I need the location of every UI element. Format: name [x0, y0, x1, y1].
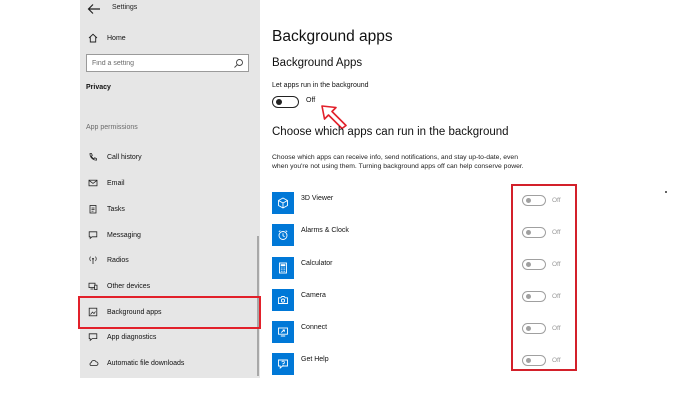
camera-icon	[272, 289, 294, 311]
toggle-3d-viewer[interactable]	[522, 195, 546, 206]
sidebar-item-tasks[interactable]: Tasks	[80, 198, 260, 220]
devices-icon	[87, 280, 99, 292]
toggle-alarms-clock[interactable]	[522, 227, 546, 238]
toggle-knob	[526, 358, 531, 363]
connect-icon	[272, 321, 294, 343]
help-icon	[272, 353, 294, 375]
tasks-icon	[87, 203, 99, 215]
app-row-get-help: Get Help	[272, 353, 512, 377]
sidebar-item-label: Call history	[107, 153, 142, 161]
sidebar-item-background-apps[interactable]: Background apps	[80, 301, 260, 323]
app-name: 3D Viewer	[301, 195, 334, 202]
alarm-clock-icon	[272, 224, 294, 246]
sidebar-item-app-diagnostics[interactable]: App diagnostics	[80, 326, 260, 348]
description-text: Choose which apps can receive info, send…	[272, 154, 524, 170]
cloud-icon	[87, 357, 99, 369]
calculator-icon	[272, 257, 294, 279]
toggle-state-label: Off	[552, 357, 561, 364]
sidebar-item-label: Automatic file downloads	[107, 359, 185, 367]
settings-window: Settings Home Privacy App permissions Ca…	[78, 0, 700, 394]
mail-icon	[87, 177, 99, 189]
toggle-knob	[526, 230, 531, 235]
toggle-label: Let apps run in the background	[272, 82, 369, 89]
background-apps-icon	[87, 306, 99, 318]
page-title: Background apps	[272, 28, 393, 45]
toggle-state-label: Off	[552, 293, 561, 300]
section-title-privacy: Privacy	[86, 84, 111, 91]
stray-dot	[665, 191, 667, 193]
sidebar: Settings Home Privacy App permissions Ca…	[78, 0, 261, 378]
home-icon	[87, 32, 99, 44]
sidebar-item-label: Messaging	[107, 231, 141, 239]
toggle-get-help[interactable]	[522, 355, 546, 366]
sidebar-item-label: Other devices	[107, 282, 151, 290]
app-name: Get Help	[301, 356, 329, 363]
app-row-calculator: Calculator	[272, 257, 512, 281]
group-label-app-permissions: App permissions	[86, 124, 138, 131]
sidebar-item-label: Radios	[107, 256, 129, 264]
toggle-connect[interactable]	[522, 323, 546, 334]
sidebar-item-home[interactable]: Home	[80, 27, 260, 49]
sidebar-item-call-history[interactable]: Call history	[80, 146, 260, 168]
app-name: Camera	[301, 292, 326, 299]
toggle-state-label: Off	[552, 261, 561, 268]
radios-icon	[87, 254, 99, 266]
toggle-state-label: Off	[552, 325, 561, 332]
window-title: Settings	[112, 4, 138, 11]
toggle-knob	[276, 99, 282, 105]
toggle-state-label: Off	[306, 97, 316, 104]
sidebar-item-label: Tasks	[107, 205, 125, 213]
call-history-icon	[87, 151, 99, 163]
sidebar-item-other-devices[interactable]: Other devices	[80, 275, 260, 297]
sidebar-item-label: App diagnostics	[107, 333, 157, 341]
search-input[interactable]	[92, 57, 232, 69]
annotation-toggles-box	[511, 184, 577, 371]
toggle-camera[interactable]	[522, 291, 546, 302]
toggle-knob	[526, 198, 531, 203]
app-name: Alarms & Clock	[301, 227, 349, 234]
subsection-title: Choose which apps can run in the backgro…	[272, 126, 509, 138]
cube-icon	[272, 192, 294, 214]
sidebar-item-radios[interactable]: Radios	[80, 249, 260, 271]
search-box	[86, 54, 249, 72]
app-name: Calculator	[301, 260, 333, 267]
sidebar-item-label: Email	[107, 179, 125, 187]
sidebar-scrollbar[interactable]	[257, 236, 259, 376]
app-row-connect: Connect	[272, 321, 512, 345]
chat-icon	[87, 229, 99, 241]
toggle-state-label: Off	[552, 229, 561, 236]
title-bar: Settings	[80, 0, 260, 20]
toggle-knob	[526, 326, 531, 331]
back-arrow-icon[interactable]	[86, 2, 102, 16]
sidebar-item-label: Background apps	[107, 308, 162, 316]
search-icon[interactable]	[233, 58, 244, 69]
section-title: Background Apps	[272, 57, 363, 69]
toggle-calculator[interactable]	[522, 259, 546, 270]
sidebar-item-email[interactable]: Email	[80, 172, 260, 194]
app-row-camera: Camera	[272, 289, 512, 313]
background-apps-toggle[interactable]	[272, 96, 299, 108]
home-label: Home	[107, 34, 126, 42]
toggle-knob	[526, 294, 531, 299]
toggle-state-label: Off	[552, 197, 561, 204]
sidebar-item-automatic-file-downloads[interactable]: Automatic file downloads	[80, 352, 260, 374]
main-content: Background apps Background Apps Let apps…	[272, 0, 700, 394]
sidebar-item-messaging[interactable]: Messaging	[80, 224, 260, 246]
app-row-alarms-clock: Alarms & Clock	[272, 224, 512, 248]
app-row-3d-viewer: 3D Viewer	[272, 192, 512, 216]
app-name: Connect	[301, 324, 328, 331]
toggle-knob	[526, 262, 531, 267]
diagnostics-icon	[87, 331, 99, 343]
